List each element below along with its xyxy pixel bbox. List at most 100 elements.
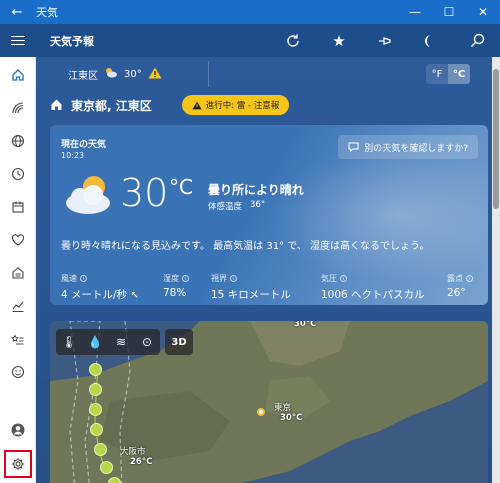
info-icon: i <box>182 275 189 282</box>
info-icon: i <box>340 275 347 282</box>
scrollbar[interactable] <box>492 57 500 483</box>
app-header: 天気予報 ★ <box>0 24 500 57</box>
weather-stats: 風速 i 4 メートル/秒 ↖ 湿度 i 78% 視界 i 15 キロメートル 気圧 i… <box>61 273 487 302</box>
alert-warning-icon <box>192 101 202 109</box>
condition-text: 曇り所により晴れ <box>208 183 304 197</box>
stat-label: 気圧 <box>321 274 337 283</box>
more-layers-icon[interactable]: ⊙ <box>134 329 160 355</box>
stat-label: 湿度 <box>163 274 179 283</box>
stat-value: 26° <box>447 287 466 299</box>
main-content: 江東区 30° °F °C 東京都, 江東区 進行中: 雷 - 注意報 現在の天… <box>36 57 500 483</box>
city-name: 東京都, 江東区 <box>71 98 152 113</box>
ask-weather-label: 別の天気を確認しますか? <box>364 143 468 154</box>
wind-direction-icon: ↖ <box>130 289 140 301</box>
stat-wind[interactable]: 風速 i 4 メートル/秒 ↖ <box>61 273 163 302</box>
stat-value: 4 メートル/秒 <box>61 289 128 301</box>
tokyo-marker[interactable] <box>257 408 265 416</box>
stat-value: 1006 ヘクトパスカル <box>321 289 425 301</box>
partly-cloudy-small-icon <box>104 67 118 81</box>
3d-view-button[interactable]: 3D <box>165 329 193 355</box>
search-icon[interactable] <box>454 24 500 57</box>
stat-humidity[interactable]: 湿度 i 78% <box>163 273 211 302</box>
ask-weather-button[interactable]: 別の天気を確認しますか? <box>338 135 478 159</box>
settings-highlight-box <box>4 450 32 478</box>
typhoon-track-point <box>100 461 113 474</box>
weather-map[interactable]: 🌡 💧 ≋ ⊙ 3D 30°C 東京 30°C 大阪市 26°C <box>50 321 488 483</box>
home-icon[interactable] <box>0 60 36 90</box>
info-icon: i <box>230 275 237 282</box>
smiley-feedback-icon[interactable] <box>0 357 36 387</box>
pin-icon[interactable] <box>362 24 408 57</box>
appbar-actions: ★ <box>270 24 500 57</box>
info-icon: i <box>80 275 87 282</box>
feels-like-value: 36° <box>250 200 266 210</box>
map-layer-group: 🌡 💧 ≋ ⊙ <box>56 329 160 355</box>
info-icon: i <box>466 275 473 282</box>
divider <box>208 61 209 87</box>
map-toolbar: 🌡 💧 ≋ ⊙ 3D <box>56 329 193 355</box>
back-arrow-icon[interactable]: ← <box>0 0 34 24</box>
stat-pressure[interactable]: 気圧 i 1006 ヘクトパスカル <box>321 273 447 302</box>
location-name: 江東区 <box>68 70 98 82</box>
chart-icon[interactable] <box>0 291 36 321</box>
temperature-layer-icon[interactable]: 🌡 <box>56 329 82 355</box>
stat-value: 78% <box>163 287 187 299</box>
typhoon-track-point <box>89 383 102 396</box>
map-city-osaka: 大阪市 <box>120 447 146 457</box>
celsius-button[interactable]: °C <box>448 64 470 84</box>
stat-visibility[interactable]: 視界 i 15 キロメートル <box>211 273 321 302</box>
location-chip[interactable]: 江東区 30° <box>68 67 162 82</box>
home-location-icon <box>50 96 63 115</box>
feels-like-label: 体感温度 <box>208 202 243 212</box>
city-row: 東京都, 江東区 進行中: 雷 - 注意報 <box>50 95 290 115</box>
moon-icon[interactable] <box>408 24 454 57</box>
map-temp-label: 30°C <box>294 321 317 329</box>
close-icon[interactable]: ✕ <box>466 0 500 24</box>
news-icon[interactable] <box>0 258 36 288</box>
map-temp-osaka: 26°C <box>130 457 153 467</box>
window-title: 天気 <box>36 6 58 19</box>
hamburger-menu-icon[interactable] <box>0 24 36 57</box>
account-avatar-icon[interactable] <box>0 415 36 445</box>
minimize-icon[interactable]: — <box>398 0 432 24</box>
precipitation-layer-icon[interactable]: 💧 <box>82 329 108 355</box>
wind-layer-icon[interactable]: ≋ <box>108 329 134 355</box>
navigation-rail <box>0 57 36 483</box>
map-temp-tokyo: 30°C <box>280 413 303 423</box>
stat-value: 15 キロメートル <box>211 289 291 301</box>
typhoon-track-point <box>108 477 121 483</box>
globe-icon[interactable] <box>0 126 36 156</box>
map-city-tokyo: 東京 <box>274 403 292 413</box>
heart-rate-icon[interactable] <box>0 225 36 255</box>
temperature-unit: °C <box>169 175 193 199</box>
location-temp: 30° <box>124 68 142 80</box>
stat-label: 視界 <box>211 274 227 283</box>
scroll-thumb[interactable] <box>493 69 499 209</box>
app-title: 天気予報 <box>50 34 94 48</box>
typhoon-track-point <box>89 403 102 416</box>
stat-label: 露点 <box>447 274 463 283</box>
current-label: 現在の天気 <box>61 140 107 150</box>
window-titlebar: ← 天気 — ☐ ✕ <box>0 0 500 24</box>
maximize-icon[interactable]: ☐ <box>432 0 466 24</box>
alert-text: 進行中: 雷 - 注意報 <box>205 101 280 111</box>
unit-toggle: °F °C <box>426 64 470 84</box>
partly-cloudy-icon <box>66 176 110 214</box>
feels-like: 体感温度 36° <box>208 200 265 212</box>
warning-icon <box>148 67 162 82</box>
list-star-icon[interactable] <box>0 324 36 354</box>
typhoon-track-point <box>89 363 102 376</box>
chat-icon <box>348 142 359 152</box>
clock-icon[interactable] <box>0 159 36 189</box>
radar-icon[interactable] <box>0 93 36 123</box>
fahrenheit-button[interactable]: °F <box>426 64 448 84</box>
favorite-star-icon[interactable]: ★ <box>316 24 362 57</box>
calendar-icon[interactable] <box>0 192 36 222</box>
current-temperature: 30 <box>120 171 169 215</box>
stat-dew-point[interactable]: 露点 i 26° <box>447 273 487 302</box>
alert-badge[interactable]: 進行中: 雷 - 注意報 <box>181 95 290 115</box>
typhoon-track-point <box>94 443 107 456</box>
current-weather-card: 現在の天気 10:23 別の天気を確認しますか? 30 °C 曇り所により晴れ … <box>50 125 488 305</box>
typhoon-track-point <box>90 423 103 436</box>
refresh-icon[interactable] <box>270 24 316 57</box>
